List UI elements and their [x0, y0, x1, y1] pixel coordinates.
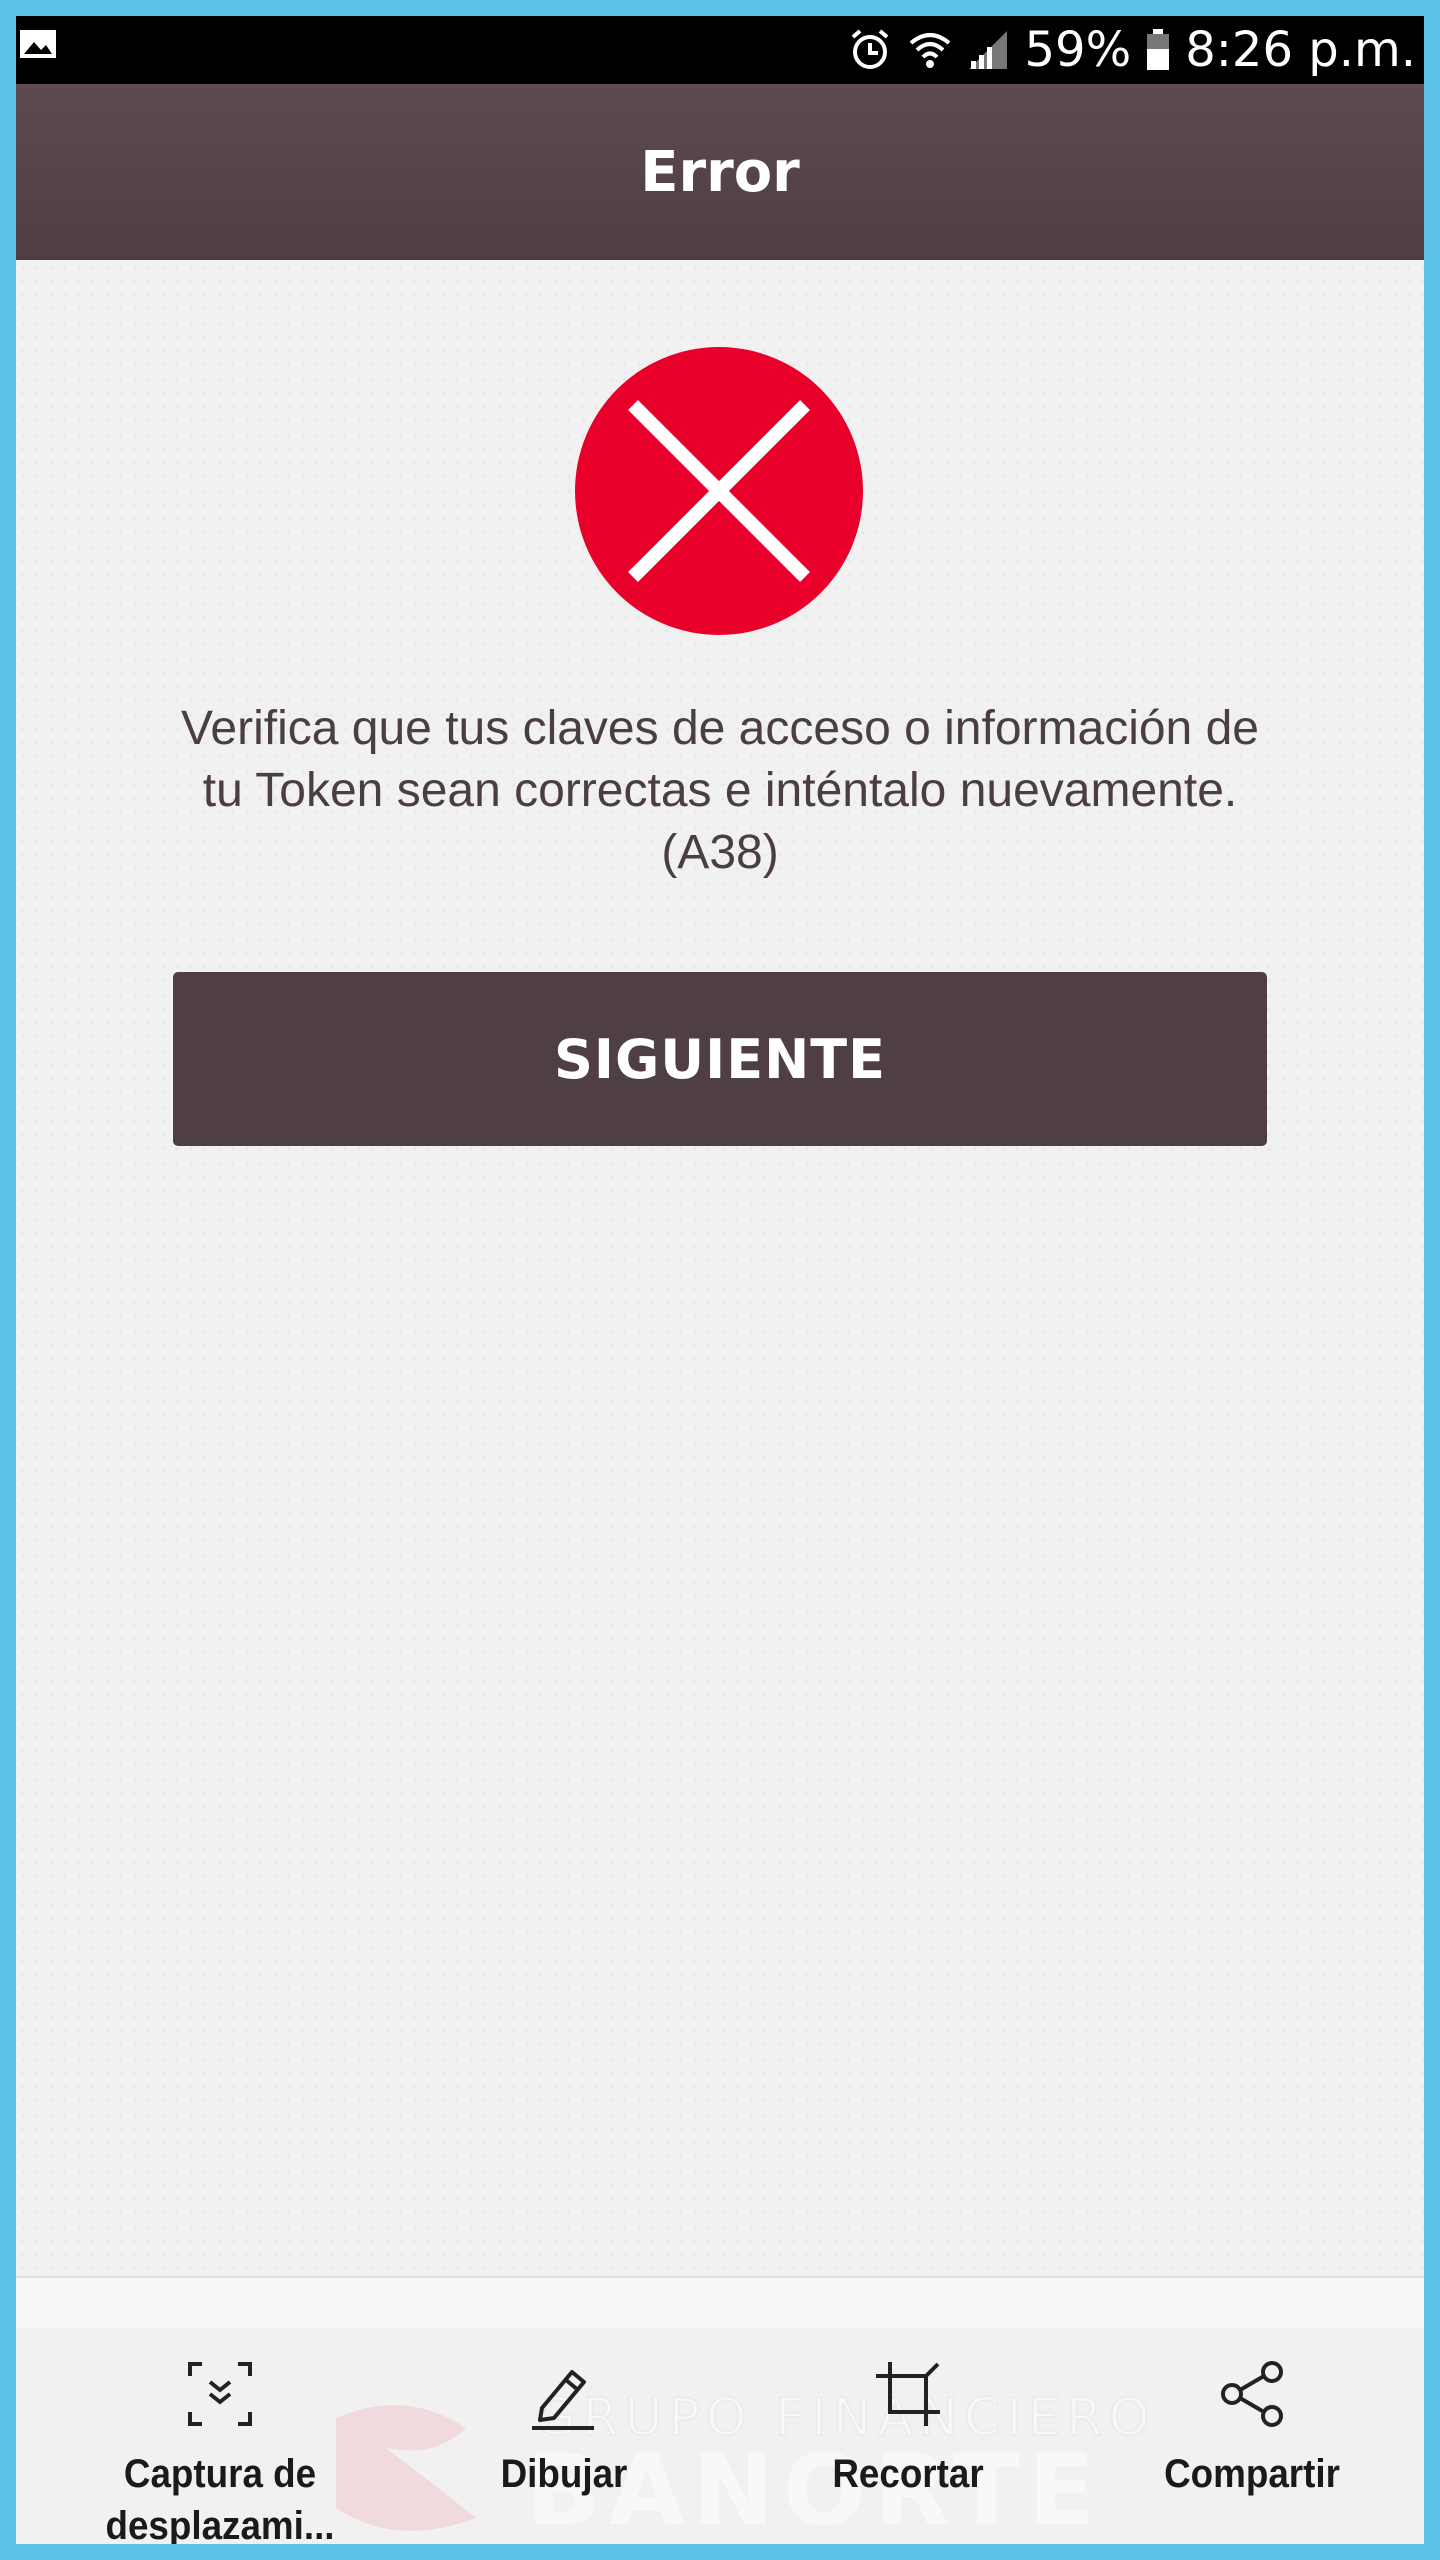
screenshot-toolbar: GRUPO FINANCIERO BANORTE Captura de desp…	[16, 2328, 1424, 2544]
app-header: Error	[16, 84, 1424, 260]
scroll-capture-icon	[188, 2362, 252, 2426]
wifi-icon	[909, 33, 950, 68]
pen-icon	[532, 2370, 594, 2430]
battery-icon	[1147, 29, 1170, 70]
status-bar: 59% 8:26 p.m.	[16, 16, 1424, 84]
battery-percent: 59%	[1024, 22, 1132, 78]
tool-scroll-capture-label: Captura de desplazami...	[91, 2448, 349, 2544]
tool-scroll-capture[interactable]: Captura de desplazami...	[80, 2344, 360, 2544]
error-message-line-1: Verifica que tus claves de acceso o info…	[181, 702, 1259, 755]
clock: 8:26 p.m.	[1185, 22, 1416, 78]
gallery-icon	[20, 30, 56, 58]
crop-icon	[876, 2362, 940, 2426]
tool-scroll-capture-label-2: desplazami...	[105, 2504, 335, 2544]
error-message-line-2: tu Token sean correctas e inténtalo nuev…	[202, 764, 1238, 817]
status-indicators: 59% 8:26 p.m.	[847, 16, 1416, 84]
alarm-icon	[851, 29, 888, 69]
error-message: Verifica que tus claves de acceso o info…	[96, 698, 1344, 884]
screen: 59% 8:26 p.m. Error Verifica que tus cla…	[16, 16, 1424, 2544]
error-x-icon	[575, 347, 863, 635]
tool-share[interactable]: Compartir	[1112, 2344, 1392, 2544]
error-code: (A38)	[661, 826, 779, 879]
tool-scroll-capture-label-1: Captura de	[123, 2452, 317, 2496]
signal-icon	[968, 31, 1007, 69]
content-bottom-strip	[16, 2276, 1424, 2328]
tool-crop[interactable]: Recortar	[768, 2344, 1048, 2544]
tool-share-label: Compartir	[1164, 2452, 1340, 2496]
tool-crop-label: Recortar	[832, 2452, 984, 2496]
share-icon	[1221, 2361, 1283, 2427]
tool-draw-label: Dibujar	[500, 2452, 628, 2496]
error-content: Verifica que tus claves de acceso o info…	[16, 260, 1424, 2270]
tool-draw[interactable]: Dibujar	[424, 2344, 704, 2544]
next-button[interactable]: SIGUIENTE	[173, 972, 1267, 1146]
page-title: Error	[640, 139, 800, 205]
